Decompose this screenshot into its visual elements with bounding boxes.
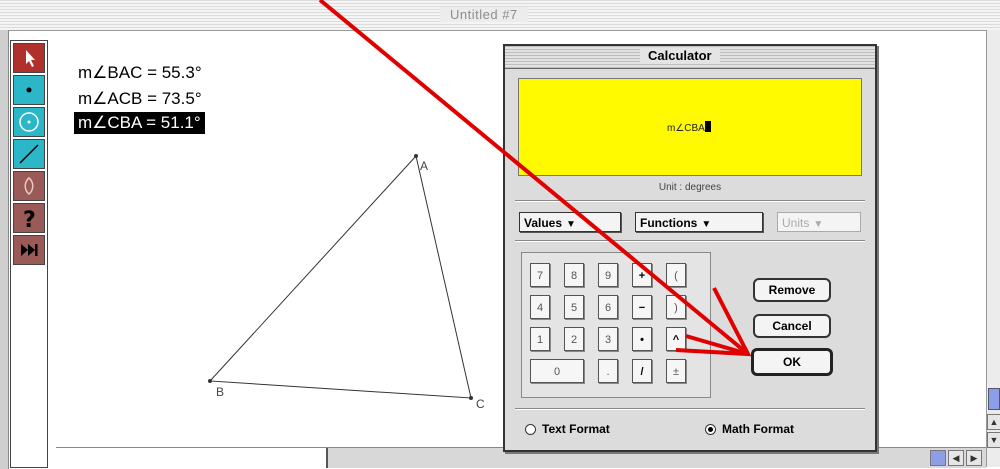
- angle-measurement-cba-selected[interactable]: m∠CBA = 51.1°: [74, 112, 205, 134]
- window-title: Untitled #7: [440, 7, 528, 22]
- expression-text: m∠CBA: [667, 121, 711, 134]
- question-icon: ?: [23, 208, 36, 232]
- calculator-title-bar[interactable]: Calculator: [505, 46, 875, 69]
- cancel-button[interactable]: Cancel: [753, 314, 831, 338]
- keypad: 7 8 9 + ( 4 5 6 − ) 1 2 3 • ^ 0 . / ±: [521, 252, 711, 398]
- divider: [515, 240, 865, 242]
- scroll-left-icon[interactable]: ◀: [948, 450, 964, 466]
- compass-tool[interactable]: [13, 107, 45, 137]
- key-divide[interactable]: /: [632, 359, 652, 383]
- window-title-bar[interactable]: Untitled #7: [0, 0, 1000, 31]
- chevron-down-icon: ▼: [566, 219, 576, 230]
- svg-text:?: ?: [23, 208, 36, 232]
- key-4[interactable]: 4: [530, 295, 550, 319]
- vertex-b[interactable]: [208, 379, 212, 383]
- functions-menu-label: Functions: [640, 216, 698, 230]
- math-format-label: Math Format: [722, 422, 794, 436]
- toolbox: ?: [10, 40, 48, 468]
- key-1[interactable]: 1: [530, 327, 550, 351]
- straightedge-tool[interactable]: [13, 139, 45, 169]
- key-minus[interactable]: −: [632, 295, 652, 319]
- pencil-icon: [24, 177, 34, 195]
- key-5[interactable]: 5: [564, 295, 584, 319]
- key-3[interactable]: 3: [598, 327, 618, 351]
- ok-button[interactable]: OK: [751, 348, 833, 376]
- key-2[interactable]: 2: [564, 327, 584, 351]
- point-tool[interactable]: [13, 75, 45, 105]
- key-open-paren[interactable]: (: [666, 263, 686, 287]
- key-6[interactable]: 6: [598, 295, 618, 319]
- text-format-radio[interactable]: Text Format: [525, 422, 610, 436]
- key-decimal[interactable]: .: [598, 359, 618, 383]
- remove-button[interactable]: Remove: [753, 278, 831, 302]
- scroll-down-icon[interactable]: ▼: [987, 432, 1000, 448]
- fast-forward-icon: [21, 244, 38, 256]
- key-9[interactable]: 9: [598, 263, 618, 287]
- vertical-scroll-thumb[interactable]: [988, 388, 1000, 410]
- values-menu-label: Values: [524, 216, 563, 230]
- scroll-up-icon[interactable]: ▲: [987, 414, 1000, 430]
- radio-selected-icon: [705, 423, 716, 435]
- text-cursor: [704, 121, 711, 132]
- radio-unselected-icon: [525, 423, 536, 435]
- key-0[interactable]: 0: [530, 359, 584, 383]
- arrow-tool[interactable]: [13, 43, 45, 73]
- arrow-icon: [26, 50, 35, 67]
- scroll-right-icon[interactable]: ▶: [966, 450, 982, 466]
- angle-measurement-bac[interactable]: m∠BAC = 55.3°: [74, 62, 206, 84]
- key-multiply[interactable]: •: [632, 327, 652, 351]
- calculator-dialog: Calculator m∠CBA Unit : degrees Values ▼ …: [503, 44, 877, 452]
- vertex-label-a: A: [420, 159, 428, 173]
- divider: [515, 200, 865, 202]
- window-left-edge: [0, 30, 9, 469]
- key-power[interactable]: ^: [666, 327, 686, 351]
- chevron-down-icon: ▼: [701, 219, 712, 230]
- line-icon: [19, 144, 39, 164]
- expression-value: m∠CBA: [667, 123, 705, 134]
- point-icon: [26, 87, 32, 93]
- circle-icon: [19, 112, 39, 132]
- vertex-label-b: B: [216, 385, 224, 399]
- calculator-title: Calculator: [640, 48, 720, 63]
- scroll-thumb-icon[interactable]: [930, 450, 946, 466]
- values-menu[interactable]: Values ▼: [519, 212, 621, 232]
- units-menu[interactable]: Units ▼: [777, 212, 861, 232]
- key-plus[interactable]: +: [632, 263, 652, 287]
- vertex-c[interactable]: [469, 396, 473, 400]
- status-area: [56, 448, 328, 468]
- text-tool[interactable]: [13, 171, 45, 201]
- key-8[interactable]: 8: [564, 263, 584, 287]
- custom-tool[interactable]: [13, 235, 45, 265]
- text-format-label: Text Format: [542, 422, 610, 436]
- vertex-a[interactable]: [414, 154, 418, 158]
- key-close-paren[interactable]: ): [666, 295, 686, 319]
- divider: [515, 408, 865, 410]
- vertical-scrollbar[interactable]: ▲ ▼: [986, 30, 1000, 467]
- key-7[interactable]: 7: [530, 263, 550, 287]
- key-plus-minus[interactable]: ±: [666, 359, 686, 383]
- expression-display[interactable]: m∠CBA: [518, 78, 862, 176]
- functions-menu[interactable]: Functions ▼: [635, 212, 763, 232]
- vertex-label-c: C: [476, 397, 485, 411]
- angle-measurement-acb[interactable]: m∠ACB = 73.5°: [74, 88, 206, 110]
- units-menu-label: Units: [782, 216, 810, 230]
- math-format-radio[interactable]: Math Format: [705, 422, 794, 436]
- chevron-down-icon: ▼: [813, 219, 824, 230]
- triangle-abc[interactable]: [208, 154, 472, 399]
- unit-label: Unit : degrees: [658, 182, 722, 193]
- info-tool[interactable]: ?: [13, 203, 45, 233]
